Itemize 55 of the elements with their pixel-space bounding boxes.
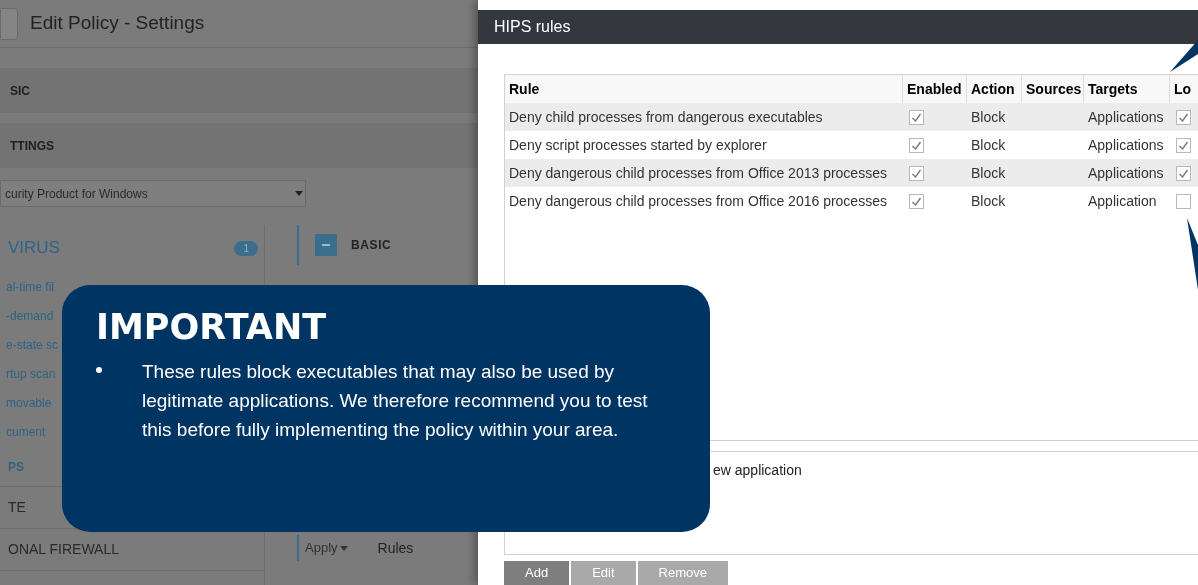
column-header[interactable]: Rule [509, 78, 540, 100]
checkbox[interactable] [1176, 137, 1191, 153]
rule-name: Deny dangerous child processes from Office 2013 processes [509, 165, 887, 181]
check-icon [911, 195, 922, 207]
rule-name: Deny child processes from dangerous executables [509, 109, 823, 125]
bullet-icon [96, 367, 102, 373]
check-icon [1178, 139, 1189, 151]
targets-cell: Application [1088, 193, 1157, 209]
targets-cell: Applications [1088, 109, 1164, 125]
targets-cell: Applications [1088, 165, 1164, 181]
check-icon [911, 139, 922, 151]
section-header[interactable]: SIC [0, 68, 478, 113]
checkbox[interactable] [1176, 109, 1191, 125]
rules-label: Rules [377, 538, 414, 558]
check-icon [911, 167, 922, 179]
caret-icon [295, 191, 303, 196]
checkbox[interactable] [1176, 165, 1191, 181]
action-cell: Block [971, 109, 1006, 125]
table-row[interactable]: Deny child processes from dangerous executables Block Applications [505, 103, 1198, 131]
action-cell: Block [971, 165, 1006, 181]
checkbox[interactable] [909, 165, 924, 181]
collapse-toggle[interactable] [315, 234, 337, 256]
check-icon [911, 111, 922, 123]
column-header[interactable]: Action [971, 78, 1015, 100]
column-header[interactable]: Enabled [907, 78, 962, 100]
action-cell: Block [971, 193, 1006, 209]
callout-title: IMPORTANT [96, 306, 328, 349]
column-header[interactable]: Lo [1174, 78, 1192, 100]
rule-name: Deny dangerous child processes from Office 2016 processes [509, 193, 887, 209]
section-title: BASIC [351, 237, 392, 254]
module-category[interactable]: TE [8, 497, 26, 518]
checkbox[interactable] [909, 137, 924, 153]
check-icon [1178, 167, 1189, 179]
targets-cell: Applications [1088, 137, 1164, 153]
callout-text: These rules block executables that may also be used by legitimate applications. We therefore recommend you to test this before fully implementing the policy within your area. [142, 360, 649, 442]
rule-name: Deny script processes started by explorer [509, 137, 767, 153]
count-badge: 1 [234, 240, 258, 256]
description-text: ew application [713, 462, 802, 478]
caret-icon [339, 545, 348, 551]
check-icon [1178, 111, 1189, 123]
product-select[interactable]: curity Product for Windows [0, 180, 306, 207]
page-title: Edit Policy - Settings [30, 11, 205, 36]
column-header[interactable]: Targets [1088, 78, 1138, 100]
column-header[interactable]: Sources [1026, 78, 1082, 100]
apply-dropdown[interactable]: Apply [305, 538, 348, 558]
module-category[interactable]: ONAL FIREWALL [8, 539, 119, 560]
checkbox[interactable] [1176, 193, 1191, 209]
section-header[interactable]: TTINGS [0, 123, 478, 168]
checkbox[interactable] [909, 193, 924, 209]
module-title: VIRUS [7, 237, 60, 260]
table-row[interactable]: Deny dangerous child processes from Office 2013 processes Block Applications [505, 159, 1198, 187]
action-cell: Block [971, 137, 1006, 153]
checkbox[interactable] [909, 109, 924, 125]
dialog-title: HIPS rules [494, 17, 571, 37]
dialog-button[interactable]: Add [504, 561, 570, 585]
